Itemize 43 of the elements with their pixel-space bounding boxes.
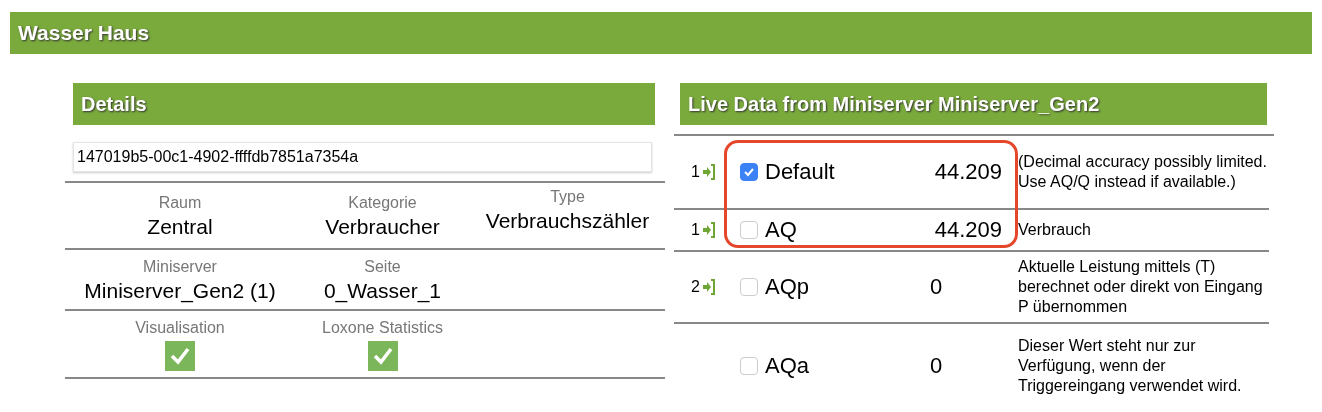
field-label: Miniserver (143, 258, 217, 276)
output-value: 0 (930, 353, 943, 379)
output-value: 0 (930, 274, 943, 300)
input-count: 1 (691, 221, 700, 239)
page-title: Wasser Haus (10, 12, 1312, 54)
input-arrow-icon (702, 162, 716, 182)
input-arrow-icon (702, 220, 716, 240)
checkbox[interactable] (740, 221, 758, 239)
live-data-header: Live Data from Miniserver Miniserver_Gen2 (680, 83, 1267, 125)
uuid-field[interactable]: 147019b5-00c1-4902-ffffdb7851a7354a (73, 142, 652, 172)
checkmark-icon (371, 346, 394, 366)
output-description: Aktuelle Leistung mittels (T) berechnet oder direkt von Eingang P übernommen (1018, 257, 1264, 317)
field-label: Kategorie (348, 194, 417, 212)
checkbox[interactable] (165, 341, 195, 371)
field-value: Verbraucher (325, 215, 440, 239)
field-label: Visualisation (135, 319, 225, 337)
field-value: Zentral (147, 215, 213, 239)
checkbox[interactable] (740, 163, 758, 181)
checkbox[interactable] (740, 278, 758, 296)
details-header: Details (73, 83, 655, 125)
input-count: 1 (691, 163, 700, 181)
output-description: Dieser Wert steht nur zur Verfügung, wenn der Triggereingang verwendet wird. (1018, 336, 1243, 396)
checkbox[interactable] (740, 357, 758, 375)
output-name: AQp (765, 274, 810, 300)
field-value: Verbrauchszähler (485, 209, 650, 233)
field-label: Seite (364, 258, 401, 276)
field-label: Raum (158, 194, 202, 212)
field-value: 0_Wasser_1 (323, 279, 442, 303)
output-name: Default (765, 159, 835, 185)
input-arrow-icon (702, 277, 716, 297)
output-value: 44.209 (934, 159, 1002, 185)
output-value: 44.209 (934, 217, 1002, 243)
checkbox[interactable] (367, 341, 398, 371)
output-description: (Decimal accuracy possibly limited. Use AQ/Q instead if available.) (1018, 152, 1268, 192)
output-description: Verbrauch (1018, 220, 1091, 240)
checkmark-icon (169, 346, 191, 366)
field-label: Loxone Statistics (322, 319, 443, 337)
field-label: Type (550, 188, 585, 206)
field-value: Miniserver_Gen2 (1) (84, 279, 276, 303)
checkmark-icon (743, 166, 755, 178)
input-count: 2 (691, 278, 700, 296)
output-name: AQ (765, 217, 797, 243)
output-name: AQa (765, 353, 810, 379)
